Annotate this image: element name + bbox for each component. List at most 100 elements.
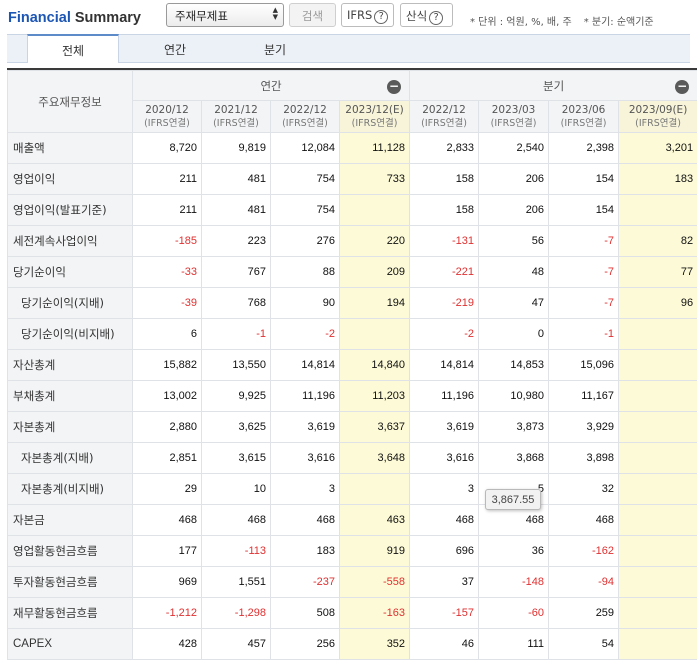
row-label: 자본총계(지배) <box>7 442 133 474</box>
value-cell: 3,616 <box>409 442 480 474</box>
period-label: 2023/06 <box>561 103 606 116</box>
help-icon: ? <box>429 11 444 25</box>
period-label: 2023/09(E) <box>628 103 688 116</box>
value-cell: 3,625 <box>201 411 271 443</box>
value-cell <box>618 473 697 505</box>
collapse-quarterly-icon[interactable]: − <box>675 80 690 94</box>
value-cell: 36 <box>478 535 550 567</box>
value-cell: 209 <box>338 256 411 288</box>
value-cell: 0 <box>478 318 550 350</box>
formula-help-button[interactable]: 산식? <box>400 3 453 27</box>
value-cell: 6 <box>132 318 202 350</box>
table-row: 세전계속사업이익 -185 223 276 220 -131 56 -7 82 <box>7 225 697 257</box>
value-cell: 919 <box>338 535 411 567</box>
value-cell: 259 <box>548 597 620 629</box>
value-cell: 256 <box>270 628 340 660</box>
summary-header: Financial Summary 주재무제표 ▲ ▼ 검색 IFRS? 산식? … <box>0 0 697 33</box>
title-summary: Summary <box>74 10 141 26</box>
row-label: 투자활동현금흐름 <box>7 566 133 598</box>
value-cell <box>618 566 697 598</box>
value-cell: 206 <box>478 163 550 195</box>
row-label: 당기순이익 <box>7 256 133 288</box>
value-cell: 11,167 <box>548 380 620 412</box>
value-cell: -1 <box>201 318 271 350</box>
value-cell: 88 <box>270 256 340 288</box>
value-cell: -1,298 <box>201 597 271 629</box>
value-cell: 220 <box>338 225 411 257</box>
value-cell: 158 <box>409 194 480 226</box>
value-cell: -148 <box>478 566 550 598</box>
period-header: 2023/12(E) (IFRS연결) <box>338 100 411 133</box>
period-header: 2022/12 (IFRS연결) <box>409 100 480 133</box>
period-label: 2022/12 <box>422 103 466 116</box>
value-cell: -1,212 <box>132 597 202 629</box>
value-cell: -7 <box>548 225 620 257</box>
value-cell: 3 <box>270 473 340 505</box>
collapse-annual-icon[interactable]: − <box>387 80 402 94</box>
value-cell: 3,619 <box>409 411 480 443</box>
value-cell: 206 <box>478 194 550 226</box>
value-cell: -219 <box>409 287 480 319</box>
value-cell <box>618 535 697 567</box>
period-header: 2023/09(E) (IFRS연결) <box>618 100 697 133</box>
table-row: 매출액 8,720 9,819 12,084 11,128 2,833 2,540 2,398… <box>7 132 697 164</box>
value-cell: -7 <box>548 256 620 288</box>
value-cell: 82 <box>618 225 697 257</box>
value-cell: 457 <box>201 628 271 660</box>
ifrs-label: IFRS <box>347 8 373 22</box>
period-basis: (IFRS연결) <box>282 117 328 129</box>
title-financial: Financial <box>8 10 71 26</box>
value-cell: 11,203 <box>338 380 411 412</box>
ifrs-help-button[interactable]: IFRS? <box>341 3 394 27</box>
value-cell: 54 <box>548 628 620 660</box>
period-basis: (IFRS연결) <box>144 117 190 129</box>
table-row: 자산총계 15,882 13,550 14,814 14,840 14,814 14,853… <box>7 349 697 381</box>
period-basis: (IFRS연결) <box>635 117 681 129</box>
table-row: 당기순이익 -33 767 88 209 -221 48 -7 77 <box>7 256 697 288</box>
value-cell: -33 <box>132 256 202 288</box>
period-basis: (IFRS연결) <box>213 117 259 129</box>
value-cell: 468 <box>132 504 202 536</box>
value-cell: 154 <box>548 194 620 226</box>
value-cell: 2,833 <box>409 132 480 164</box>
value-cell: 3,873 <box>478 411 550 443</box>
group-annual: 연간 − <box>131 70 411 101</box>
period-header: 2021/12 (IFRS연결) <box>201 100 271 133</box>
value-cell: 463 <box>338 504 411 536</box>
period-basis: (IFRS연결) <box>421 117 467 129</box>
value-cell: 468 <box>548 504 620 536</box>
value-cell: 3,637 <box>338 411 411 443</box>
value-cell: -60 <box>478 597 550 629</box>
tab-annual[interactable]: 연간 <box>129 35 221 63</box>
value-cell <box>618 349 697 381</box>
value-cell: 754 <box>270 194 340 226</box>
value-cell: 96 <box>618 287 697 319</box>
value-cell: -2 <box>270 318 340 350</box>
select-arrows-icon: ▲ ▼ <box>272 6 278 21</box>
tab-quarterly[interactable]: 분기 <box>229 35 321 63</box>
value-cell: 183 <box>618 163 697 195</box>
value-cell: 211 <box>132 194 202 226</box>
period-basis: (IFRS연결) <box>351 117 398 129</box>
row-header-title: 주요재무정보 <box>7 70 133 133</box>
table-row: 투자활동현금흐름 969 1,551 -237 -558 37 -148 -94 <box>7 566 697 598</box>
value-cell: 768 <box>201 287 271 319</box>
value-cell: 481 <box>201 194 271 226</box>
value-cell: 14,853 <box>478 349 550 381</box>
statement-type-select[interactable]: 주재무제표 ▲ ▼ <box>166 3 284 27</box>
tab-all[interactable]: 전체 <box>27 34 119 63</box>
table-body: 매출액 8,720 9,819 12,084 11,128 2,833 2,540 2,398… <box>7 132 697 660</box>
value-tooltip: 3,867.55 <box>485 489 541 510</box>
value-cell: 508 <box>270 597 340 629</box>
value-cell <box>338 473 411 505</box>
value-cell: 3,898 <box>548 442 620 474</box>
value-cell: 177 <box>132 535 202 567</box>
search-button[interactable]: 검색 <box>289 3 336 27</box>
row-label: 당기순이익(비지배) <box>7 318 133 350</box>
value-cell: 14,814 <box>270 349 340 381</box>
row-label: 재무활동현금흐름 <box>7 597 133 629</box>
value-cell: 47 <box>478 287 550 319</box>
period-label: 2021/12 <box>214 103 258 116</box>
value-cell: -7 <box>548 287 620 319</box>
value-cell: 211 <box>132 163 202 195</box>
